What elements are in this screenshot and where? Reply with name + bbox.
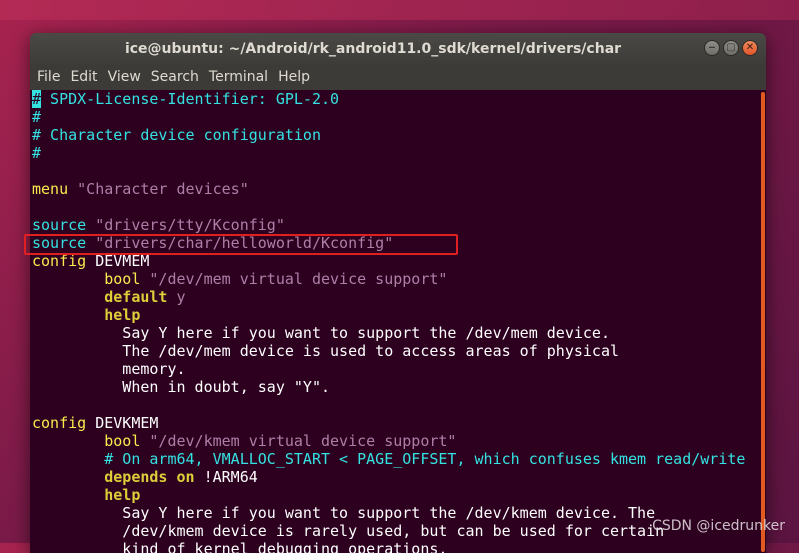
code-line: bool "/dev/mem virtual device support" (104, 270, 448, 288)
csdn-watermark: CSDN @icedrunker (652, 518, 785, 534)
code-line: help (104, 486, 141, 504)
code-line: # (32, 144, 42, 162)
highlight-annotation-box (24, 234, 458, 255)
code-line: bool "/dev/kmem virtual device support" (104, 432, 457, 450)
code-line: config DEVKMEM (32, 414, 159, 432)
code-line: default y (104, 288, 186, 306)
code-line: source "drivers/tty/Kconfig" (32, 216, 285, 234)
menu-search[interactable]: Search (146, 69, 204, 85)
code-line: Say Y here if you want to support the /d… (32, 504, 656, 522)
code-line: /dev/kmem device is rarely used, but can… (32, 522, 665, 540)
code-line: menu "Character devices" (32, 180, 249, 198)
code-line: Say Y here if you want to support the /d… (32, 324, 610, 342)
code-line: # On arm64, VMALLOC_START < PAGE_OFFSET,… (32, 450, 746, 468)
code-line: The /dev/mem device is used to access ar… (32, 342, 619, 360)
menu-view[interactable]: View (103, 69, 146, 85)
menu-bar: File Edit View Search Terminal Help (30, 64, 766, 90)
menu-edit[interactable]: Edit (65, 69, 102, 85)
terminal-window[interactable]: ice@ubuntu: ~/Android/rk_android11.0_sdk… (30, 33, 766, 553)
close-button[interactable]: ✕ (742, 40, 758, 56)
code-line: depends on !ARM64 (104, 468, 258, 486)
text-cursor: # (32, 90, 42, 108)
terminal-scrollbar[interactable] (760, 90, 766, 553)
maximize-button[interactable]: ▢ (723, 40, 739, 56)
code-line: memory. (32, 360, 186, 378)
code-line: help (104, 306, 141, 324)
menu-terminal[interactable]: Terminal (204, 69, 273, 85)
desktop-background (0, 0, 799, 20)
menu-file[interactable]: File (32, 69, 65, 85)
code-line: When in doubt, say "Y". (32, 378, 331, 396)
code-line: # (32, 108, 42, 126)
menu-help[interactable]: Help (273, 69, 315, 85)
window-controls: ‒ ▢ ✕ (704, 40, 758, 56)
title-bar[interactable]: ice@ubuntu: ~/Android/rk_android11.0_sdk… (30, 33, 766, 64)
code-line: # SPDX-License-Identifier: GPL-2.0 (32, 90, 340, 108)
window-title: ice@ubuntu: ~/Android/rk_android11.0_sdk… (124, 40, 622, 57)
terminal-content[interactable]: # SPDX-License-Identifier: GPL-2.0 # # C… (30, 90, 760, 553)
scrollbar-thumb[interactable] (761, 92, 765, 552)
code-line: # Character device configuration (32, 126, 321, 144)
code-line: kind of kernel debugging operations. (32, 540, 448, 553)
minimize-button[interactable]: ‒ (704, 40, 720, 56)
